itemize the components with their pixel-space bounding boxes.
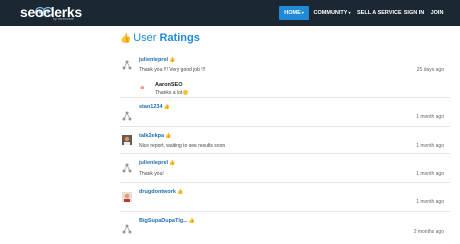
thumbs-up-icon: 👍: [120, 33, 132, 43]
nav-home[interactable]: HOME▾: [279, 6, 309, 20]
nav-community[interactable]: COMMUNITY▾: [311, 6, 353, 20]
thumbs-up-icon: 👍: [176, 189, 184, 195]
nav-join[interactable]: JOIN: [430, 6, 444, 20]
thumbs-up-icon: 👍: [169, 57, 176, 63]
review-item: drugdontwork👍 1 month ago: [120, 183, 450, 212]
review-time: 1 month ago: [416, 171, 444, 177]
review-message: Nice report, waiting to see results soon: [139, 143, 226, 149]
svg-text:≡: ≡: [140, 85, 145, 91]
site-logo[interactable]: seoclerks by dontcware: [20, 2, 90, 24]
review-item: julienleprel👍 Thank you !!! Very good jo…: [120, 52, 450, 98]
reviewer-link[interactable]: talk2ekpa👍: [139, 133, 171, 139]
review-item: stan1234👍 1 month ago: [120, 98, 450, 127]
thumbs-up-icon: 👍: [165, 133, 172, 139]
top-navbar: seoclerks by dontcware HOME▾ COMMUNITY▾ …: [0, 0, 460, 26]
reviewer-link[interactable]: julienleprel👍: [139, 160, 175, 166]
user-photo-avatar: [122, 135, 132, 145]
review-message: Thank you !!! Very good job !!!: [139, 67, 206, 73]
reviewer-link[interactable]: stan1234👍: [139, 104, 170, 110]
nav-sign-in[interactable]: SIGN IN: [403, 6, 425, 20]
nav-sell-a-service[interactable]: SELL A SERVICE: [357, 6, 402, 20]
review-time: 1 month ago: [416, 199, 444, 205]
default-avatar-icon: [122, 224, 132, 234]
reply-author: AaronSEO: [155, 82, 183, 88]
logo-subtitle: by dontcware: [53, 17, 74, 21]
page-title: 👍 User Ratings: [120, 32, 200, 44]
review-time: 1 month ago: [416, 143, 444, 149]
reply-message: Thanks a lot: [155, 90, 189, 96]
seller-avatar: ≡: [140, 83, 149, 92]
review-item: BigSupaDupaTig...👍 2 months ago: [120, 212, 450, 244]
review-time: 25 days ago: [416, 67, 444, 73]
review-time: 1 month ago: [416, 114, 444, 120]
review-item: talk2ekpa👍 Nice report, waiting to see r…: [120, 127, 450, 154]
thumbs-up-icon: 👍: [163, 104, 170, 110]
chevron-down-icon: ▾: [348, 10, 351, 15]
thumbs-up-icon: 👍: [169, 160, 176, 166]
review-time: 2 months ago: [413, 229, 444, 235]
default-avatar-icon: [122, 60, 132, 70]
default-avatar-icon: [122, 163, 132, 173]
user-photo-avatar: [122, 192, 132, 202]
reviewer-link[interactable]: BigSupaDupaTig...👍: [139, 218, 195, 224]
thumbs-up-icon: 👍: [188, 218, 196, 224]
review-message: Thank you!: [139, 171, 164, 177]
smile-emoji-icon: [183, 90, 189, 96]
chevron-down-icon: ▾: [301, 10, 304, 15]
default-avatar-icon: [122, 111, 132, 121]
reviewer-link[interactable]: julienleprel👍: [139, 57, 175, 63]
reviewer-link[interactable]: drugdontwork👍: [139, 189, 183, 195]
review-item: julienleprel👍 Thank you! 1 month ago: [120, 154, 450, 183]
